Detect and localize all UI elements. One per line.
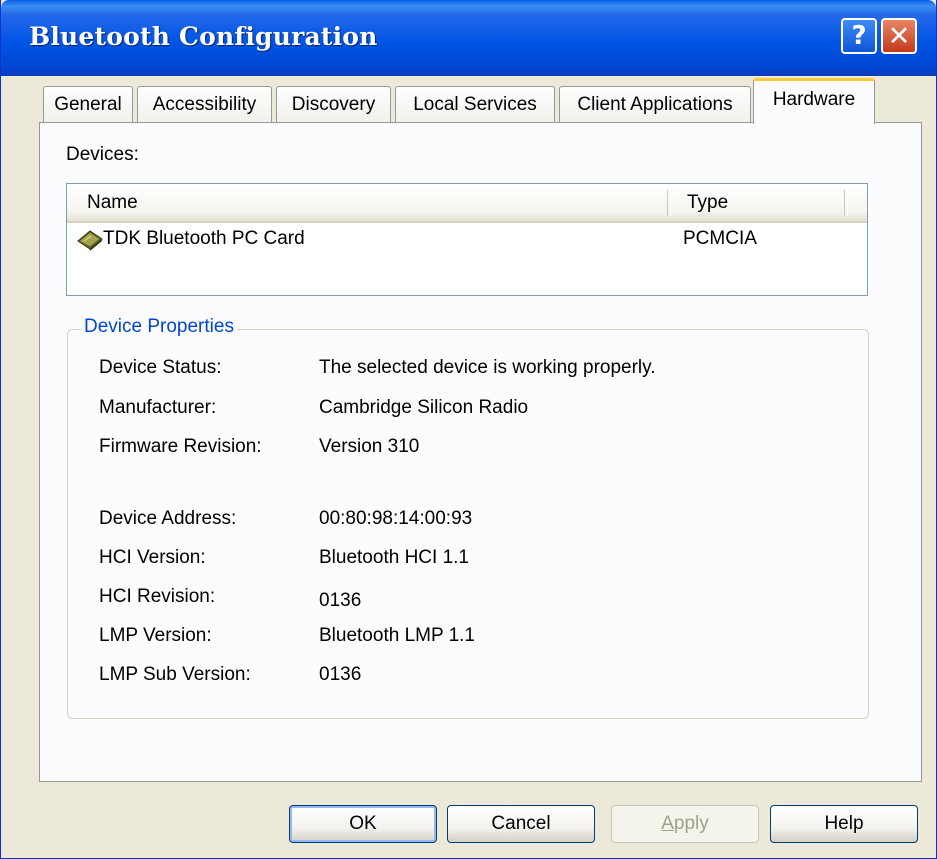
tab-label: Discovery: [291, 94, 376, 115]
devices-list[interactable]: Name Type TDK Bluetooth PC Card PCMCIA: [66, 183, 868, 296]
lmp-sub-version-value: 0136: [319, 664, 362, 685]
tab-label: General: [54, 94, 122, 115]
column-separator[interactable]: [844, 190, 848, 216]
device-properties-title: Device Properties: [81, 316, 237, 338]
hci-revision-value: 0136: [319, 590, 362, 611]
device-address-label: Device Address:: [99, 508, 237, 529]
column-header-name-label: Name: [87, 191, 138, 213]
help-title-button[interactable]: ?: [841, 18, 877, 54]
tab-local-services[interactable]: Local Services: [395, 86, 555, 123]
bluetooth-configuration-window: Bluetooth Configuration ? ✕ General Acce…: [0, 0, 937, 859]
tab-client-applications[interactable]: Client Applications: [559, 86, 751, 123]
hci-revision-label: HCI Revision:: [99, 586, 216, 607]
cancel-button[interactable]: Cancel: [447, 805, 595, 843]
hci-version-label: HCI Version:: [99, 547, 206, 568]
firmware-revision-value: Version 310: [319, 436, 420, 457]
device-status-value: The selected device is working properly.: [319, 357, 656, 378]
tab-label: Hardware: [772, 88, 856, 110]
lmp-version-label: LMP Version:: [99, 625, 212, 646]
device-row[interactable]: TDK Bluetooth PC Card PCMCIA: [77, 228, 857, 254]
tab-accessibility[interactable]: Accessibility: [137, 86, 272, 123]
column-header-type[interactable]: Type: [670, 184, 844, 221]
device-type: PCMCIA: [683, 228, 757, 249]
apply-button[interactable]: Apply: [611, 805, 759, 843]
tab-general[interactable]: General: [43, 86, 133, 123]
tab-label: Client Applications: [577, 94, 733, 115]
manufacturer-label: Manufacturer:: [99, 397, 217, 418]
close-button[interactable]: ✕: [881, 18, 917, 54]
tab-label: Local Services: [413, 94, 537, 115]
device-status-label: Device Status:: [99, 357, 222, 378]
devices-list-header: Name Type: [67, 184, 867, 223]
lmp-sub-version-label: LMP Sub Version:: [99, 664, 251, 685]
apply-button-label: Apply: [661, 813, 709, 834]
manufacturer-value: Cambridge Silicon Radio: [319, 397, 529, 418]
column-header-type-label: Type: [687, 191, 729, 213]
ok-button[interactable]: OK: [289, 805, 437, 843]
tab-hardware[interactable]: Hardware: [753, 78, 875, 124]
tab-label: Accessibility: [152, 94, 257, 115]
devices-label: Devices:: [66, 144, 139, 165]
device-address-value: 00:80:98:14:00:93: [319, 508, 473, 529]
question-mark-icon: ?: [851, 21, 867, 51]
device-name: TDK Bluetooth PC Card: [103, 228, 305, 249]
column-header-name[interactable]: Name: [67, 184, 667, 221]
pc-card-icon: [77, 230, 103, 251]
firmware-revision-label: Firmware Revision:: [99, 436, 262, 457]
close-icon: ✕: [887, 20, 911, 52]
tab-discovery[interactable]: Discovery: [276, 86, 391, 123]
lmp-version-value: Bluetooth LMP 1.1: [319, 625, 475, 646]
window-title: Bluetooth Configuration: [29, 22, 378, 51]
help-button[interactable]: Help: [770, 805, 918, 843]
title-bar[interactable]: Bluetooth Configuration ? ✕: [1, 0, 936, 76]
hci-version-value: Bluetooth HCI 1.1: [319, 547, 469, 568]
